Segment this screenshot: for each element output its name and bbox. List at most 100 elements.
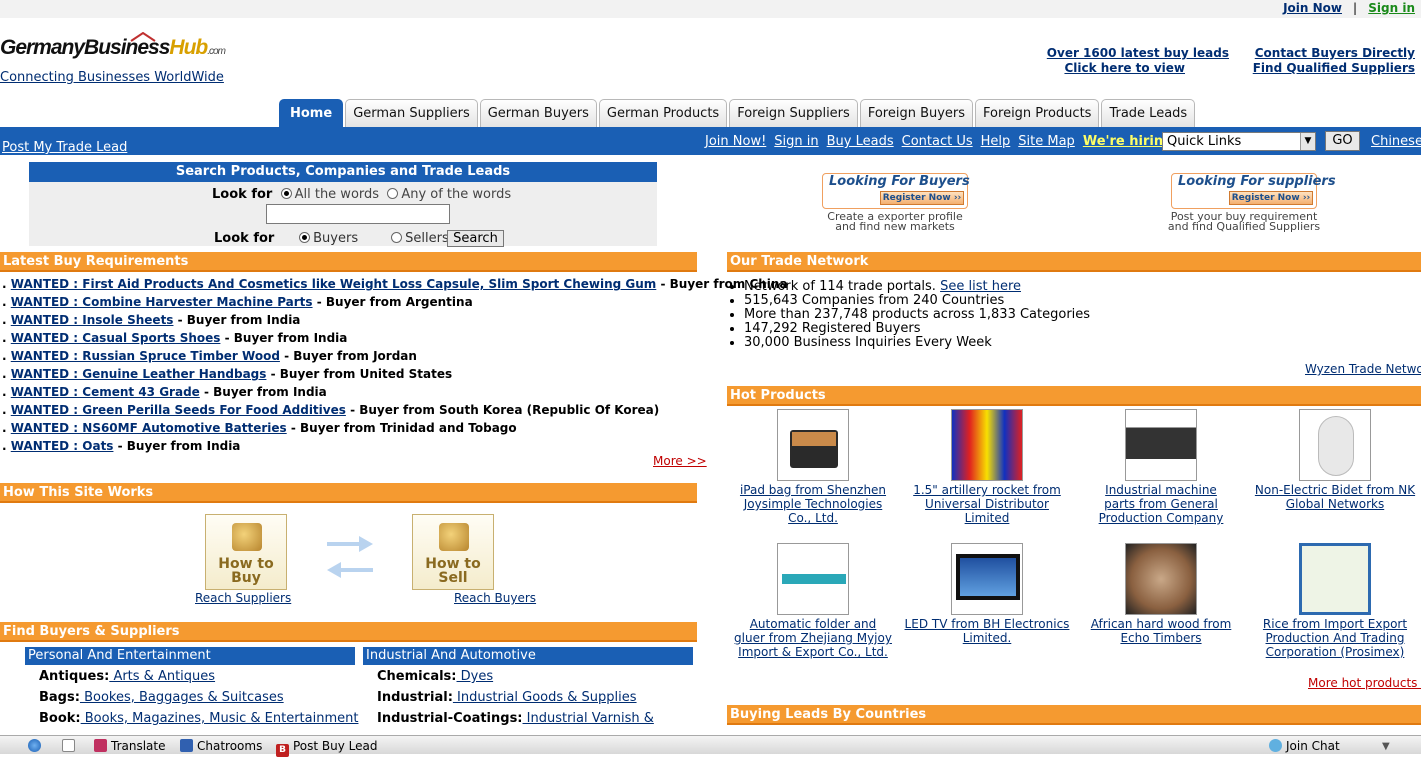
nav-join-now-link[interactable]: Join Now! (705, 134, 766, 149)
buy-lead-link[interactable]: WANTED : Oats (11, 439, 114, 453)
tab-german-products[interactable]: German Products (598, 99, 728, 127)
product-card[interactable]: Non-Electric Bidet from NK Global Network… (1249, 409, 1421, 511)
artillery-rocket-thumbnail[interactable] (951, 409, 1023, 481)
subcategory-link[interactable]: Bookes, Baggages & Suitcases (80, 690, 284, 705)
rice-thumbnail[interactable] (1299, 543, 1371, 615)
see-list-link[interactable]: See list here (940, 279, 1021, 294)
hard-wood-thumbnail[interactable] (1125, 543, 1197, 615)
product-card[interactable]: 1.5" artillery rocket from Universal Dist… (901, 409, 1073, 525)
buy-lead-link[interactable]: WANTED : First Aid Products And Cosmetic… (11, 277, 657, 291)
product-caption[interactable]: Non-Electric Bidet from NK Global Network… (1249, 483, 1421, 511)
subcategory-link[interactable]: Dyes (457, 669, 493, 684)
search-panel: Search Products, Companies and Trade Lea… (29, 162, 657, 247)
join-chat-button[interactable]: Join Chat (1269, 739, 1340, 754)
buy-lead-link[interactable]: WANTED : NS60MF Automotive Batteries (11, 421, 287, 435)
chinese-link[interactable]: Chinese (1371, 134, 1421, 149)
ipad-bag-thumbnail[interactable] (777, 409, 849, 481)
contact-buyers-link[interactable]: Contact Buyers Directly (1255, 46, 1415, 60)
product-caption[interactable]: African hard wood from Echo Timbers (1075, 617, 1247, 645)
how-to-sell-button[interactable]: How to Sell (412, 514, 494, 590)
product-caption[interactable]: 1.5" artillery rocket from Universal Dist… (901, 483, 1073, 525)
nav-hiring-link[interactable]: We're hiring (1083, 134, 1173, 149)
wyzen-trade-network-link[interactable]: Wyzen Trade Network (1305, 362, 1421, 376)
buy-lead-link[interactable]: WANTED : Green Perilla Seeds For Food Ad… (11, 403, 346, 417)
industrial-parts-thumbnail[interactable] (1125, 409, 1197, 481)
more-buy-leads-link[interactable]: More >> (653, 454, 707, 468)
product-caption[interactable]: Rice from Import Export Production And Tr… (1249, 617, 1421, 659)
collapse-icon[interactable]: ▼ (1382, 739, 1390, 754)
category-personal-entertainment[interactable]: Personal And Entertainment (25, 647, 355, 665)
buy-leads-link[interactable]: Over 1600 latest buy leads (1047, 46, 1229, 60)
page-icon[interactable] (62, 739, 79, 754)
folder-gluer-thumbnail[interactable] (777, 543, 849, 615)
buy-lead-link[interactable]: WANTED : Combine Harvester Machine Parts (11, 295, 313, 309)
subcategory-link[interactable]: Industrial Varnish & (523, 711, 654, 726)
buy-lead-link[interactable]: WANTED : Casual Sports Shoes (11, 331, 221, 345)
top-separator: | (1352, 1, 1357, 15)
subcategory-link[interactable]: Arts & Antiques (109, 669, 215, 684)
view-buy-leads-link[interactable]: Click here to view (1064, 61, 1185, 75)
any-words-radio[interactable] (387, 188, 399, 199)
chevron-down-icon: ▼ (1300, 133, 1315, 150)
bidet-thumbnail[interactable] (1299, 409, 1371, 481)
buy-lead-link[interactable]: WANTED : Genuine Leather Handbags (11, 367, 267, 381)
reach-suppliers-link[interactable]: Reach Suppliers (195, 591, 291, 605)
tab-home[interactable]: Home (279, 99, 344, 127)
tab-foreign-products[interactable]: Foreign Products (975, 99, 1100, 127)
buyers-radio[interactable] (299, 232, 311, 243)
register-now-button[interactable]: Register Now ›› (880, 191, 964, 205)
nav-site-map-link[interactable]: Site Map (1018, 134, 1075, 149)
join-now-link[interactable]: Join Now (1283, 1, 1342, 15)
buy-lead-link[interactable]: WANTED : Insole Sheets (11, 313, 174, 327)
reach-buyers-link[interactable]: Reach Buyers (454, 591, 536, 605)
go-button[interactable]: GO (1325, 131, 1360, 151)
globe-icon[interactable] (28, 739, 45, 754)
tab-foreign-suppliers[interactable]: Foreign Suppliers (729, 99, 858, 127)
subcategory-link[interactable]: Books, Magazines, Music & Entertainment (81, 711, 359, 726)
quick-links-select[interactable]: Quick Links ▼ (1162, 132, 1316, 151)
more-hot-products-link[interactable]: More hot products >> (1308, 676, 1421, 690)
find-suppliers-link[interactable]: Find Qualified Suppliers (1253, 61, 1415, 75)
chatrooms-button[interactable]: Chatrooms (180, 739, 262, 754)
buy-lead-link[interactable]: WANTED : Cement 43 Grade (11, 385, 200, 399)
tab-german-suppliers[interactable]: German Suppliers (345, 99, 478, 127)
post-buy-lead-button[interactable]: B Post Buy Lead (276, 739, 378, 757)
looking-for-buyers-promo[interactable]: Looking For Buyers Register Now ›› Creat… (815, 173, 975, 232)
product-card[interactable]: Rice from Import Export Production And Tr… (1249, 543, 1421, 659)
all-words-radio[interactable] (280, 188, 292, 199)
nav-sign-in-link[interactable]: Sign in (774, 134, 818, 149)
product-caption[interactable]: iPad bag from Shenzhen Joysimple Technolo… (727, 483, 899, 525)
tab-foreign-buyers[interactable]: Foreign Buyers (859, 99, 974, 127)
nav-help-link[interactable]: Help (981, 134, 1011, 149)
product-card[interactable]: LED TV from BH Electronics Limited. (901, 543, 1073, 645)
search-input[interactable] (266, 204, 450, 224)
subcategory-link[interactable]: Industrial Goods & Supplies (453, 690, 637, 705)
site-logo[interactable]: GermanyBusinessHub.com (0, 32, 240, 66)
product-caption[interactable]: Automatic folder and gluer from Zhejiang … (727, 617, 899, 659)
product-card[interactable]: iPad bag from Shenzhen Joysimple Technolo… (727, 409, 899, 525)
site-tagline[interactable]: Connecting Businesses WorldWide (0, 70, 224, 85)
buyers-label: Buyers (313, 231, 359, 246)
sign-in-link[interactable]: Sign in (1368, 1, 1415, 15)
buy-lead-link[interactable]: WANTED : Russian Spruce Timber Wood (11, 349, 280, 363)
led-tv-thumbnail[interactable] (951, 543, 1023, 615)
product-caption[interactable]: Industrial machine parts from General Prod… (1075, 483, 1247, 525)
search-mode-row: Look for All the words Any of the words (212, 187, 511, 202)
product-card[interactable]: Industrial machine parts from General Prod… (1075, 409, 1247, 525)
category-industrial-automotive[interactable]: Industrial And Automotive (363, 647, 693, 665)
register-now-button-2[interactable]: Register Now ›› (1229, 191, 1313, 205)
search-button[interactable]: Search (447, 230, 504, 247)
nav-contact-us-link[interactable]: Contact Us (902, 134, 973, 149)
tab-german-buyers[interactable]: German Buyers (479, 99, 597, 127)
tab-trade-leads[interactable]: Trade Leads (1101, 99, 1196, 127)
product-card[interactable]: African hard wood from Echo Timbers (1075, 543, 1247, 645)
product-card[interactable]: Automatic folder and gluer from Zhejiang … (727, 543, 899, 659)
nav-buy-leads-link[interactable]: Buy Leads (827, 134, 894, 149)
post-trade-lead-link[interactable]: Post My Trade Lead (2, 140, 127, 155)
category-row: Industrial: Industrial Goods & Supplies (377, 690, 637, 705)
looking-for-suppliers-promo[interactable]: Looking For suppliers Register Now ›› Po… (1164, 173, 1336, 232)
translate-button[interactable]: Translate (94, 739, 166, 754)
how-to-buy-button[interactable]: How to Buy (205, 514, 287, 590)
sellers-radio[interactable] (391, 232, 403, 243)
product-caption[interactable]: LED TV from BH Electronics Limited. (901, 617, 1073, 645)
